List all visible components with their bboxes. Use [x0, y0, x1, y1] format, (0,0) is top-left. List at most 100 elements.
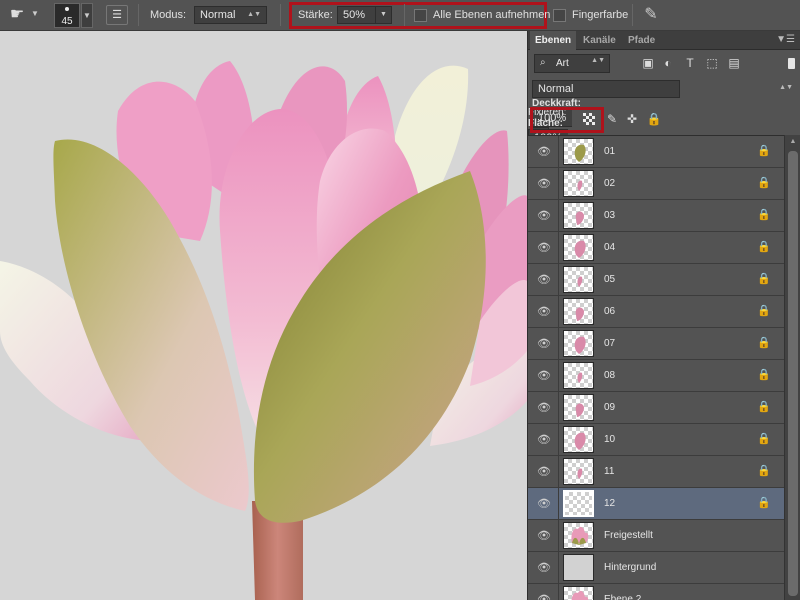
strength-input[interactable]: 50%	[337, 6, 375, 24]
tab-channels[interactable]: Kanäle	[578, 31, 621, 50]
visibility-eye-icon[interactable]: 👁	[537, 146, 551, 158]
layer-row[interactable]: 👁 Ebene 2	[528, 584, 784, 600]
lock-row: Fixieren: ✎ ✜ 🔒 Fläche: 100% ▼	[528, 107, 800, 165]
sample-all-layers-label: Alle Ebenen aufnehmen	[433, 9, 551, 21]
layer-row[interactable]: 👁 01 🔒	[528, 136, 784, 168]
layer-lock-icon: 🔒	[757, 305, 771, 317]
divider	[280, 4, 281, 26]
layers-scrollbar[interactable]: ▲	[784, 135, 800, 600]
layer-row[interactable]: 👁 04 🔒	[528, 232, 784, 264]
layer-name: 02	[604, 178, 616, 189]
layer-name: 04	[604, 242, 616, 253]
visibility-eye-icon[interactable]: 👁	[537, 242, 551, 254]
visibility-eye-icon[interactable]: 👁	[537, 210, 551, 222]
layer-name: 01	[604, 146, 616, 157]
layer-thumbnail	[563, 394, 594, 421]
visibility-eye-icon[interactable]: 👁	[537, 338, 551, 350]
layer-lock-icon: 🔒	[757, 497, 771, 509]
layer-lock-icon: 🔒	[757, 209, 771, 221]
tool-preset-caret[interactable]: ▼	[31, 9, 39, 19]
mode-dropdown[interactable]: Normal ▲▼	[194, 6, 267, 24]
finger-painting-checkbox[interactable]	[553, 9, 566, 22]
layer-thumbnail	[563, 170, 594, 197]
layer-thumbnail	[563, 266, 594, 293]
visibility-eye-icon[interactable]: 👁	[537, 274, 551, 286]
water-lily-image	[0, 61, 527, 600]
layer-row[interactable]: 👁 05 🔒	[528, 264, 784, 296]
layer-row[interactable]: 👁 Freigestellt	[528, 520, 784, 552]
lock-transparent-pixels-icon[interactable]	[583, 113, 595, 125]
lock-all-icon[interactable]: 🔒	[646, 111, 662, 128]
layer-thumbnail	[563, 490, 594, 517]
layer-thumbnail	[563, 138, 594, 165]
visibility-eye-icon[interactable]: 👁	[537, 434, 551, 446]
layer-thumbnail	[563, 202, 594, 229]
layer-thumbnail	[563, 330, 594, 357]
layer-lock-icon: 🔒	[757, 337, 771, 349]
filter-kind-dropdown[interactable]: ⌕ Art ▲▼	[534, 54, 610, 73]
smudge-tool-icon[interactable]: ☛	[6, 5, 28, 25]
filter-adjustment-icon[interactable]: ◐	[660, 54, 676, 72]
layer-thumbnail	[563, 554, 594, 581]
layer-thumbnail	[563, 426, 594, 453]
visibility-eye-icon[interactable]: 👁	[537, 370, 551, 382]
divider	[558, 232, 559, 264]
layer-row[interactable]: 👁 Hintergrund	[528, 552, 784, 584]
tab-layers[interactable]: Ebenen	[530, 31, 577, 50]
strength-label: Stärke:	[298, 9, 333, 21]
scroll-up-arrow-icon[interactable]: ▲	[785, 135, 800, 149]
visibility-eye-icon[interactable]: 👁	[537, 402, 551, 414]
scroll-thumb[interactable]	[788, 151, 798, 596]
layer-thumbnail	[563, 522, 594, 549]
divider	[138, 4, 139, 26]
layer-lock-icon: 🔒	[757, 273, 771, 285]
visibility-eye-icon[interactable]: 👁	[537, 306, 551, 318]
layer-thumbnail	[563, 458, 594, 485]
layer-row[interactable]: 👁 11 🔒	[528, 456, 784, 488]
lock-image-pixels-brush-icon[interactable]: ✎	[604, 111, 620, 128]
layer-filter-row: ⌕ Art ▲▼ ▣ ◐ T ⬚ ▤	[532, 53, 798, 75]
layer-row[interactable]: 👁 08 🔒	[528, 360, 784, 392]
mode-label: Modus:	[150, 9, 187, 21]
document-canvas[interactable]	[0, 31, 527, 600]
layers-panel: Ebenen Kanäle Pfade ▼☰ ⌕ Art ▲▼ ▣ ◐ T ⬚ …	[527, 31, 800, 600]
divider	[558, 424, 559, 456]
layer-name: 08	[604, 370, 616, 381]
blend-mode-dropdown[interactable]: Normal ▲▼	[532, 80, 793, 98]
sample-all-layers-checkbox[interactable]	[414, 9, 427, 22]
filter-smartobject-icon[interactable]: ▤	[726, 54, 742, 72]
finger-painting-label: Fingerfarbe	[572, 9, 629, 21]
layer-row[interactable]: 👁 10 🔒	[528, 424, 784, 456]
filter-type-icon[interactable]: T	[682, 54, 698, 72]
layer-row[interactable]: 👁 03 🔒	[528, 200, 784, 232]
layer-row[interactable]: 👁 02 🔒	[528, 168, 784, 200]
strength-value: 50%	[343, 9, 366, 21]
tab-paths[interactable]: Pfade	[623, 31, 660, 50]
pressure-stylus-icon[interactable]: ✎	[640, 4, 662, 26]
layer-row[interactable]: 👁 09 🔒	[528, 392, 784, 424]
lock-position-move-icon[interactable]: ✜	[624, 111, 640, 128]
layer-row[interactable]: 👁 06 🔒	[528, 296, 784, 328]
layer-row[interactable]: 👁 12 🔒	[528, 488, 784, 520]
visibility-eye-icon[interactable]: 👁	[537, 530, 551, 542]
layers-list: 👁 01 🔒 👁 02 🔒 👁 03 🔒 👁 04 🔒 👁 05 🔒 👁 06 🔒 👁 07 🔒 👁 08 🔒 👁 09 🔒 👁 10 🔒…	[528, 135, 784, 600]
layer-row[interactable]: 👁 07 🔒	[528, 328, 784, 360]
visibility-eye-icon[interactable]: 👁	[537, 562, 551, 574]
strength-slider-caret[interactable]: ▼	[375, 6, 392, 24]
layer-lock-icon: 🔒	[757, 401, 771, 413]
visibility-eye-icon[interactable]: 👁	[537, 594, 551, 600]
panel-menu-icon[interactable]: ▼☰	[776, 34, 795, 45]
blend-row: Normal ▲▼ Deckkraft: 100% ▼	[532, 80, 798, 145]
layer-name: 09	[604, 402, 616, 413]
filter-toggle-switch[interactable]	[788, 58, 795, 69]
filter-kind-value: Art	[556, 58, 569, 69]
visibility-eye-icon[interactable]: 👁	[537, 466, 551, 478]
brush-preset-picker[interactable]: 45	[54, 3, 80, 28]
filter-shape-icon[interactable]: ⬚	[704, 54, 720, 72]
brush-panel-toggle-button[interactable]: ☰	[106, 5, 128, 25]
layer-lock-icon: 🔒	[757, 145, 771, 157]
filter-pixel-icon[interactable]: ▣	[640, 54, 656, 72]
visibility-eye-icon[interactable]: 👁	[537, 178, 551, 190]
visibility-eye-icon[interactable]: 👁	[537, 498, 551, 510]
brush-picker-caret[interactable]: ▼	[81, 3, 93, 28]
